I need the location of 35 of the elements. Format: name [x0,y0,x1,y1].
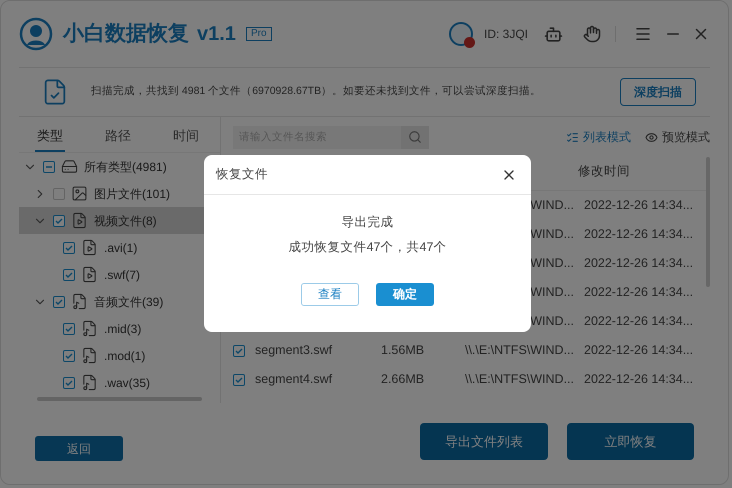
tree-label: .mid(3) [104,320,142,338]
tree-label: 图片文件(101) [94,186,170,202]
app-title: 小白数据恢复 [63,21,189,48]
file-path: WIND... [530,313,574,330]
file-path: \\.\E:\NTFS\WIND... [464,371,574,388]
file-path: WIND... [530,255,574,272]
file-path: WIND... [530,284,574,302]
file-size: 2.66MB [381,372,424,386]
dialog-message: 成功恢复文件47个，共47个 [288,238,446,256]
dialog-heading: 导出完成 [342,214,394,231]
scan-summary: 扫描完成，共找到 4981 个文件（6970928.67TB）。如要还未找到文件，可以尝试深度扫描。 [91,84,542,100]
file-path: WIND... [530,226,574,244]
file-size: 1.56MB [381,343,424,358]
tree-label: .avi(1) [104,240,138,256]
file-path: \\.\E:\NTFS\WIND... [464,342,574,360]
modified-time: 2022-12-26 14:34... [584,255,694,272]
file-name: segment3.swf [255,343,332,358]
modified-time: 2022-12-26 14:34... [584,226,694,244]
version-label: v1.1 [197,22,236,47]
modified-time: 2022-12-26 14:34... [584,284,694,302]
file-name: segment4.swf [255,372,332,386]
modified-time: 2022-12-26 14:34... [584,371,694,388]
tree-label: .wav(35) [104,374,150,392]
tree-label: 所有类型(4981) [84,158,167,176]
tree-label: 音频文件(39) [94,294,164,310]
tree-label: 视频文件(8) [94,212,157,230]
user-id: ID: 3JQI [484,26,528,43]
tree-label: .mod(1) [104,348,146,364]
modified-time: 2022-12-26 14:34... [584,313,694,330]
tree-label: .swf(7) [104,266,140,284]
modified-time: 2022-12-26 14:34... [584,342,694,360]
column-header: 修改时间 [578,163,630,180]
file-path: WIND... [530,197,574,214]
modified-time: 2022-12-26 14:34... [584,197,694,214]
edition-tag: Pro [246,27,272,41]
